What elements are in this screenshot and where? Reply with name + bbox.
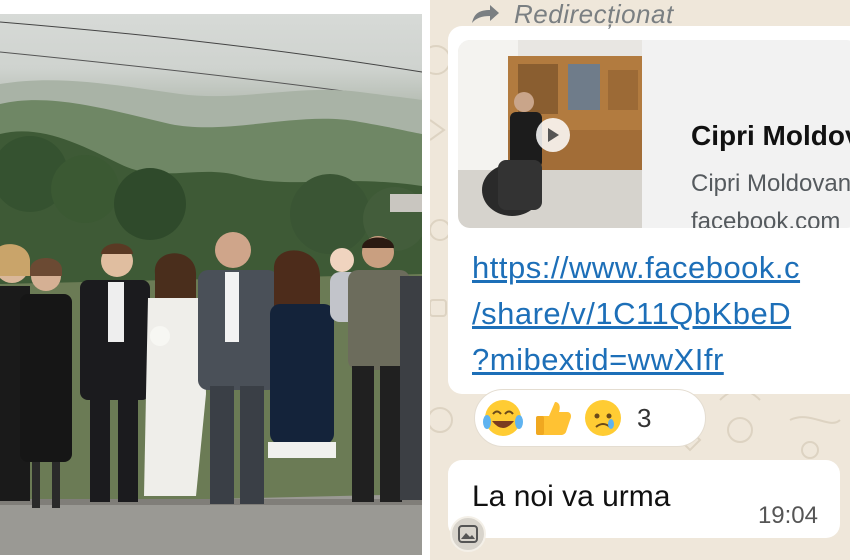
laughing-tears-emoji-icon bbox=[483, 400, 523, 436]
group-photo-scene bbox=[0, 21, 422, 555]
forward-arrow-icon bbox=[472, 5, 499, 23]
message-bubble[interactable]: La noi va urma 19:04 bbox=[448, 460, 840, 538]
thumbs-up-emoji-icon bbox=[536, 402, 571, 435]
media-gallery-button[interactable] bbox=[450, 516, 486, 552]
link-preview-title: Cipri Moldova bbox=[691, 120, 850, 151]
group-photo bbox=[0, 14, 422, 555]
message-text: La noi va urma bbox=[472, 480, 671, 513]
crying-face-emoji-icon bbox=[585, 400, 621, 436]
url-link-line-3[interactable]: ?mibextid=wwXIfr bbox=[472, 342, 724, 378]
forwarded-indicator: Redirecționat bbox=[470, 0, 674, 32]
image-icon bbox=[458, 525, 478, 543]
message-timestamp: 19:04 bbox=[757, 502, 818, 529]
play-icon bbox=[548, 128, 559, 142]
reaction-count: 3 bbox=[637, 402, 652, 433]
link-preview-subtitle: Cipri Moldovan bbox=[691, 170, 850, 197]
reactions-bar[interactable]: 3 bbox=[474, 389, 706, 447]
video-thumbnail[interactable] bbox=[458, 40, 642, 228]
link-preview-domain: facebook.com bbox=[691, 208, 841, 228]
forwarded-label: Redirecționat bbox=[514, 0, 674, 29]
play-button[interactable] bbox=[536, 118, 570, 152]
chat-screenshot: Redirecționat Cipri Moldo Cipri Moldovan… bbox=[430, 0, 850, 560]
url-link-line-2[interactable]: /share/v/1C11QbKbeD bbox=[472, 296, 791, 332]
url-link-line-1[interactable]: https://www.facebook.c bbox=[472, 250, 800, 286]
link-preview-card[interactable]: Cipri Moldova Cipri Moldovan facebook.co… bbox=[458, 40, 850, 228]
